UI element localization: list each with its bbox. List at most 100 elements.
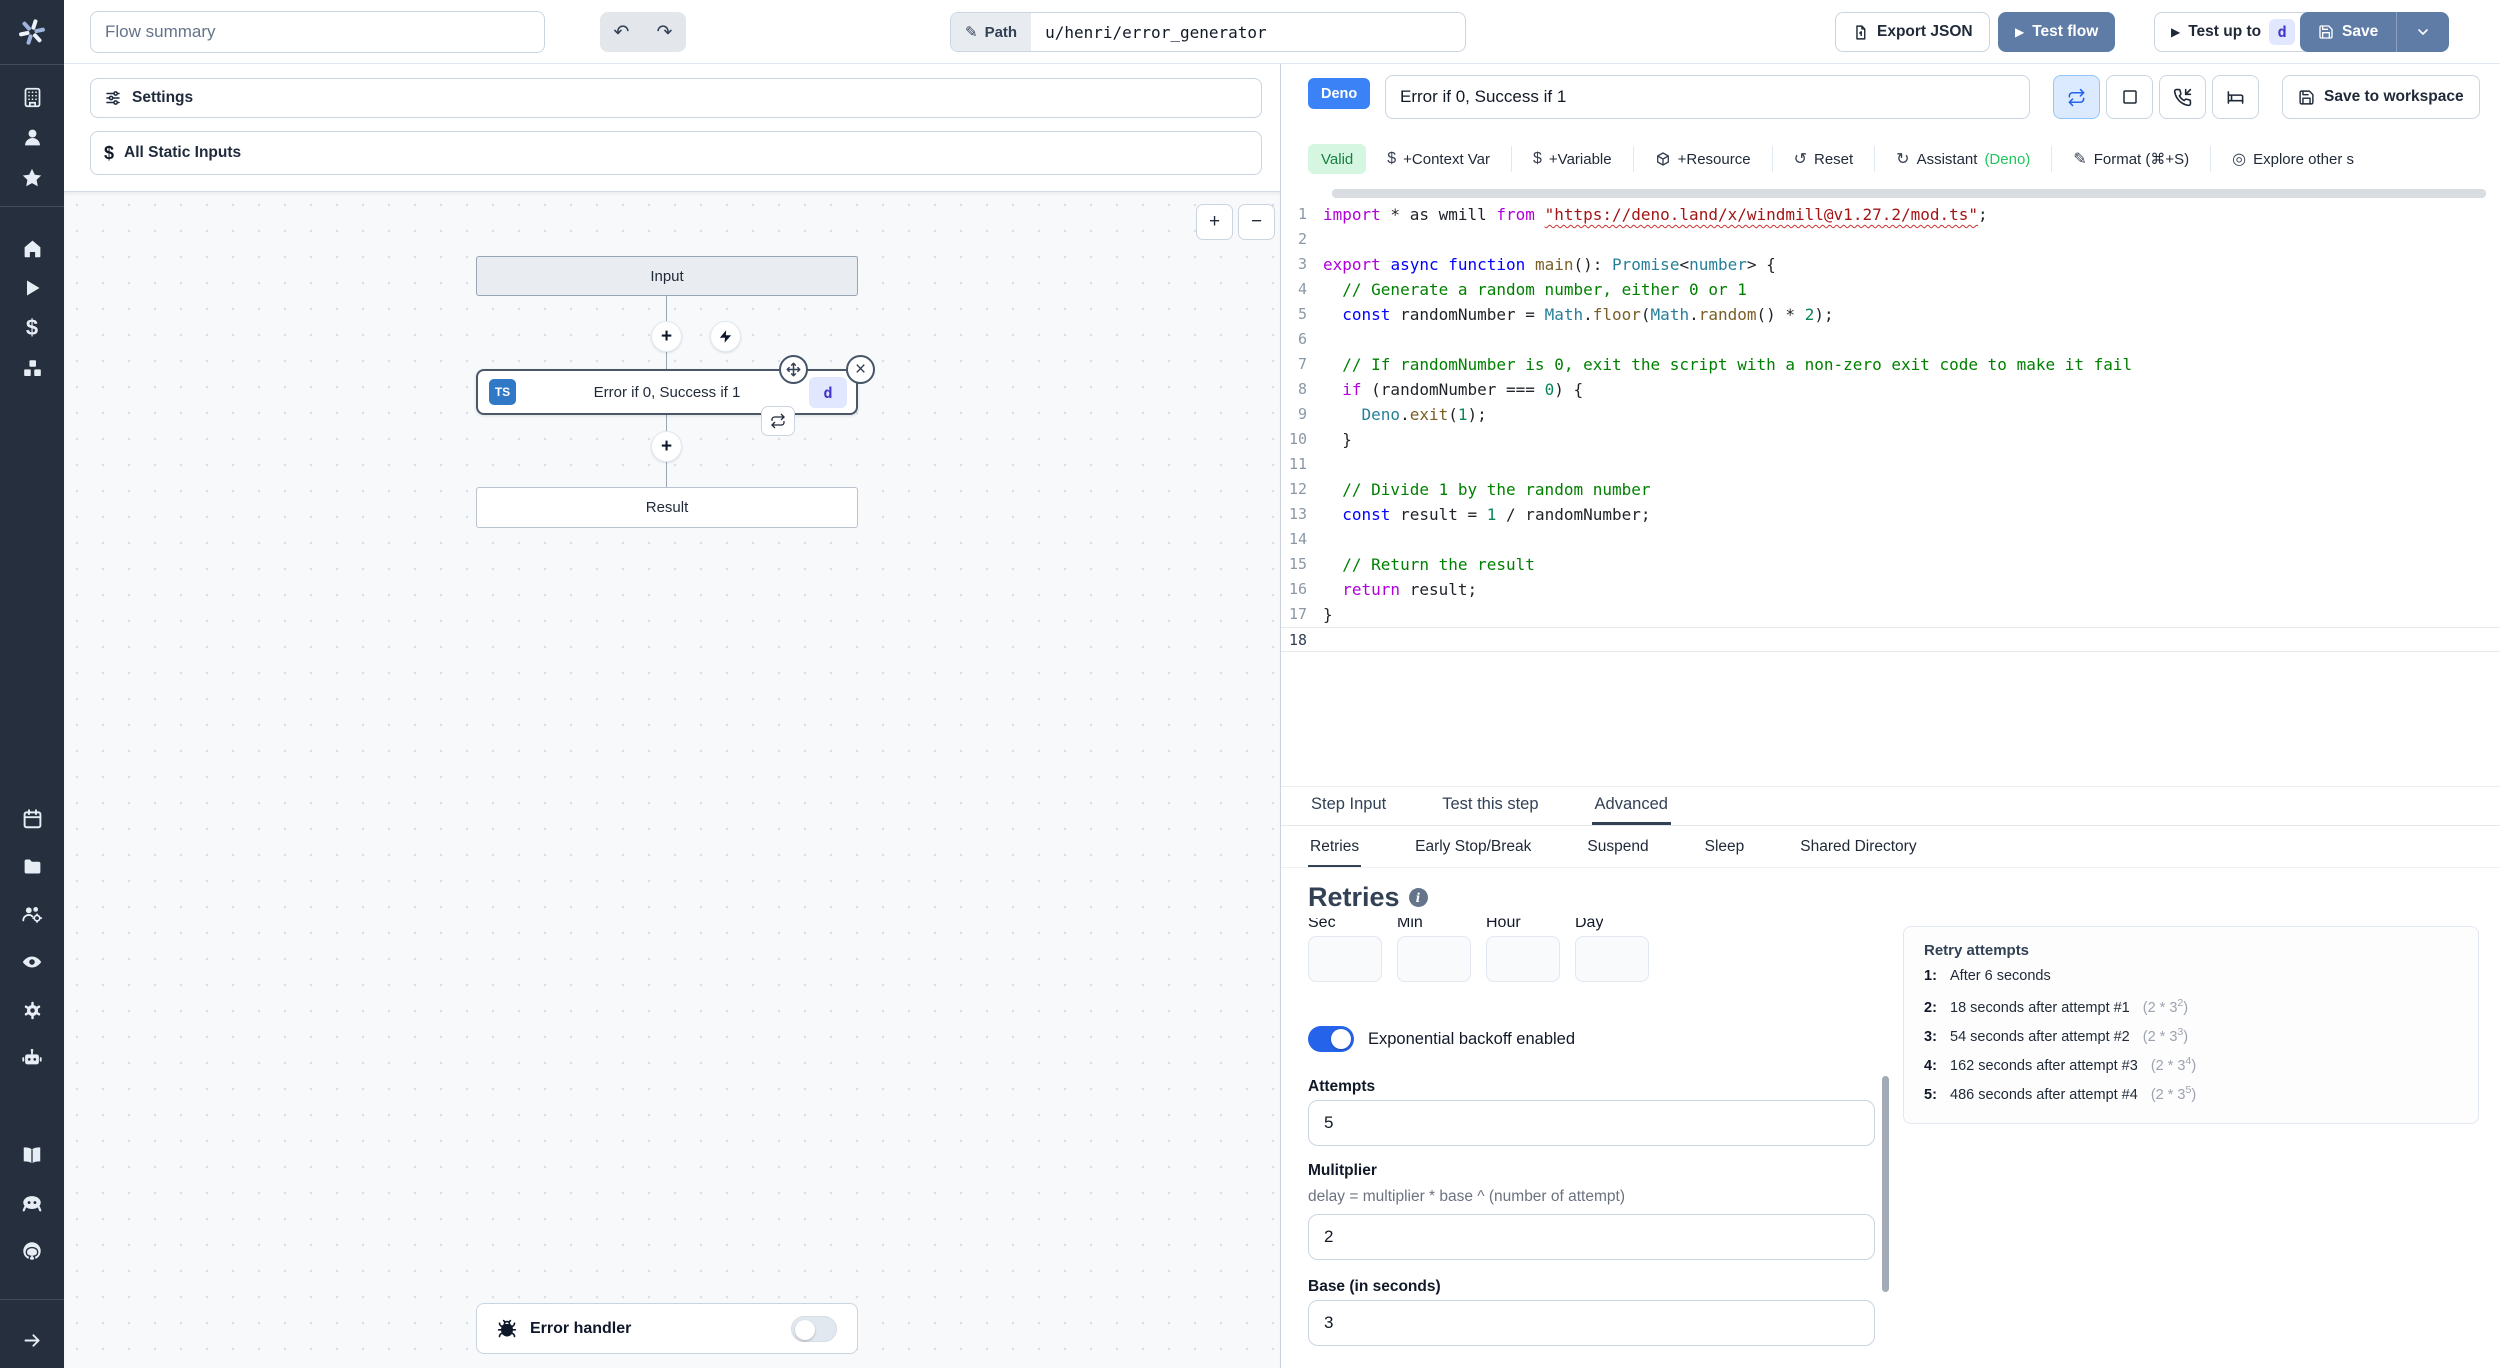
building-icon bbox=[24, 87, 40, 107]
tab-sleep[interactable]: Sleep bbox=[1703, 829, 1747, 867]
zoom-in-button[interactable]: + bbox=[1196, 204, 1233, 240]
sync-icon: ↻ bbox=[1896, 151, 1910, 168]
sidebar-item-folders[interactable] bbox=[0, 854, 64, 878]
add-step-button[interactable]: + bbox=[651, 321, 682, 352]
redo-button[interactable]: ↷ bbox=[643, 12, 686, 52]
test-up-to-button[interactable]: ▶ Test up to d bbox=[2154, 12, 2313, 52]
tab-shared-directory[interactable]: Shared Directory bbox=[1798, 829, 1918, 867]
multiplier-input[interactable] bbox=[1308, 1214, 1875, 1260]
retries-toggle-button[interactable] bbox=[2053, 75, 2100, 119]
reset-button[interactable]: ↺ Reset bbox=[1771, 146, 1875, 172]
zoom-out-button[interactable]: − bbox=[1238, 204, 1275, 240]
delete-step-button[interactable]: × bbox=[846, 355, 875, 384]
scrollbar-thumb[interactable] bbox=[1882, 1076, 1889, 1292]
windmill-logo[interactable] bbox=[0, 17, 64, 47]
sidebar-divider bbox=[0, 64, 64, 65]
suspend-button[interactable] bbox=[2159, 75, 2206, 119]
sidebar-collapse-button[interactable] bbox=[0, 1328, 64, 1352]
code-editor[interactable]: 1 import * as wmill from "https://deno.la… bbox=[1281, 186, 2500, 786]
result-node[interactable]: Result bbox=[476, 487, 858, 528]
sidebar-item-audit-logs[interactable] bbox=[0, 950, 64, 974]
tab-step-input[interactable]: Step Input bbox=[1308, 787, 1389, 825]
step-name-input[interactable] bbox=[1385, 75, 2030, 119]
sidebar-item-schedules[interactable] bbox=[0, 806, 64, 830]
dollar-icon: $ bbox=[1387, 150, 1397, 167]
early-stop-button[interactable] bbox=[2106, 75, 2153, 119]
discord-icon bbox=[22, 1196, 42, 1212]
flow-summary-input[interactable] bbox=[90, 11, 545, 53]
editor-decoration-bar bbox=[1332, 189, 2486, 198]
add-context-var-button[interactable]: $ +Context Var bbox=[1366, 146, 1511, 172]
reset-icon: ↺ bbox=[1793, 151, 1807, 168]
retry-attempts-card: Retry attempts 1: After 6 seconds 2: 18 se… bbox=[1903, 926, 2479, 1124]
save-dropdown-button[interactable] bbox=[2397, 12, 2449, 52]
explore-scripts-button[interactable]: ◎ Explore other s bbox=[2210, 146, 2375, 172]
cubes-icon bbox=[23, 359, 41, 376]
path-field[interactable]: ✎ Path u/henri/error_generator bbox=[950, 12, 1466, 52]
save-button[interactable]: Save bbox=[2300, 12, 2398, 52]
close-icon: × bbox=[854, 358, 867, 380]
sidebar-item-home[interactable] bbox=[0, 236, 64, 260]
retry-min-input[interactable] bbox=[1397, 936, 1471, 982]
format-button[interactable]: ✎ Format (⌘+S) bbox=[2051, 146, 2210, 172]
sidebar-item-workers[interactable] bbox=[0, 1046, 64, 1070]
step-id-badge: d bbox=[2269, 19, 2296, 45]
sidebar: $ bbox=[0, 0, 64, 1368]
sidebar-item-settings[interactable] bbox=[0, 998, 64, 1022]
pen-icon: ✎ bbox=[2073, 151, 2087, 168]
lightning-icon bbox=[719, 330, 732, 343]
sidebar-item-workspace[interactable] bbox=[0, 85, 64, 109]
assistant-button[interactable]: ↻ Assistant (Deno) bbox=[1874, 146, 2051, 172]
flow-canvas[interactable]: + − Input + × TS Error if 0, Success if … bbox=[64, 191, 1280, 1368]
robot-icon bbox=[22, 1048, 42, 1065]
input-node[interactable]: Input bbox=[476, 256, 858, 296]
tab-advanced[interactable]: Advanced bbox=[1591, 787, 1671, 825]
attempts-input[interactable] bbox=[1308, 1100, 1875, 1146]
move-step-button[interactable] bbox=[779, 355, 808, 384]
add-resource-button[interactable]: +Resource bbox=[1632, 146, 1772, 172]
sidebar-item-user[interactable] bbox=[0, 125, 64, 149]
tab-test-this-step[interactable]: Test this step bbox=[1439, 787, 1541, 825]
explore-icon: ◎ bbox=[2232, 151, 2247, 168]
tab-suspend[interactable]: Suspend bbox=[1585, 829, 1650, 867]
error-handler-toggle[interactable] bbox=[791, 1315, 837, 1342]
save-to-workspace-button[interactable]: Save to workspace bbox=[2282, 75, 2480, 119]
tab-early-stop[interactable]: Early Stop/Break bbox=[1413, 829, 1533, 867]
add-variable-button[interactable]: $ +Variable bbox=[1511, 146, 1633, 172]
flow-settings-button[interactable]: Settings bbox=[90, 78, 1262, 118]
add-step-button[interactable]: + bbox=[651, 431, 682, 462]
file-export-icon bbox=[1856, 24, 1866, 40]
sleep-button[interactable] bbox=[2212, 75, 2259, 119]
step-id-badge: d bbox=[809, 377, 847, 408]
test-flow-button[interactable]: ▶ Test flow bbox=[1998, 12, 2116, 52]
sidebar-item-discord[interactable] bbox=[0, 1191, 64, 1215]
retry-day-input[interactable] bbox=[1575, 936, 1649, 982]
retry-time-inputs bbox=[1308, 936, 1649, 982]
sidebar-item-groups[interactable] bbox=[0, 902, 64, 926]
retry-hour-input[interactable] bbox=[1486, 936, 1560, 982]
all-static-inputs-button[interactable]: $ All Static Inputs bbox=[90, 131, 1262, 175]
sidebar-item-runs[interactable] bbox=[0, 276, 64, 300]
sidebar-item-docs[interactable] bbox=[0, 1143, 64, 1167]
sidebar-item-github[interactable] bbox=[0, 1239, 64, 1263]
base-input[interactable] bbox=[1308, 1300, 1875, 1346]
redo-icon: ↷ bbox=[656, 21, 673, 43]
save-icon bbox=[2319, 25, 2333, 39]
exponential-backoff-toggle[interactable] bbox=[1308, 1026, 1354, 1052]
export-json-button[interactable]: Export JSON bbox=[1835, 12, 1990, 52]
tab-retries[interactable]: Retries bbox=[1308, 829, 1362, 867]
undo-button[interactable]: ↶ bbox=[600, 12, 643, 52]
package-icon bbox=[1656, 152, 1669, 166]
sidebar-item-favorites[interactable] bbox=[0, 166, 64, 190]
sidebar-item-resources[interactable] bbox=[0, 356, 64, 380]
home-icon bbox=[24, 240, 40, 257]
info-icon[interactable]: i bbox=[1408, 888, 1428, 907]
retry-loop-button[interactable] bbox=[761, 406, 795, 436]
play-icon: ▶ bbox=[2171, 25, 2181, 39]
sidebar-item-variables[interactable]: $ bbox=[0, 315, 64, 340]
deno-badge: Deno bbox=[1308, 78, 1371, 109]
retry-sec-input[interactable] bbox=[1308, 936, 1382, 982]
pencil-icon: ✎ bbox=[965, 24, 978, 41]
undo-icon: ↶ bbox=[613, 21, 630, 43]
add-trigger-button[interactable] bbox=[710, 321, 741, 352]
